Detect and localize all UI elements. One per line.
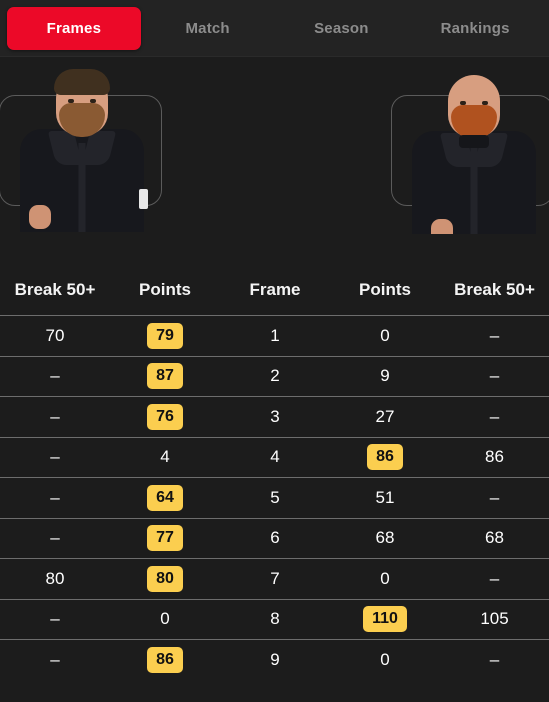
winning-points-pill: 77	[147, 525, 183, 552]
eye-left	[68, 99, 74, 103]
cell-frame-number: 8	[270, 609, 280, 629]
bow-tie-icon	[459, 135, 489, 148]
header-break-left: Break 50+	[14, 279, 96, 299]
cell-break-right: 68	[485, 528, 504, 548]
table-header-row: Break 50+ Points Frame Points Break 50+	[0, 270, 549, 315]
cell-frame-number: 4	[270, 447, 280, 467]
cell-break-left: –	[50, 609, 60, 629]
table-row: – 77 6 68 68	[0, 517, 549, 559]
cell-points-left: 4	[160, 447, 170, 467]
cell-points-right: 9	[380, 366, 390, 386]
cell-points-right: 27	[375, 406, 395, 426]
cell-frame-number: 1	[270, 325, 280, 345]
winning-points-pill: 80	[147, 565, 183, 592]
table-row: – 86 9 0 –	[0, 639, 549, 680]
cell-points-left: 87	[110, 363, 220, 390]
tab-bar: Frames Match Season Rankings	[0, 0, 549, 57]
tab-season[interactable]: Season	[275, 7, 409, 50]
cell-frame-number: 2	[270, 366, 280, 386]
table-row: – 0 8 110 105	[0, 598, 549, 640]
cell-frame-number: 9	[270, 649, 280, 669]
tab-frames[interactable]: Frames	[7, 6, 141, 50]
cell-break-right: 86	[485, 447, 504, 467]
player-photo-left	[2, 57, 162, 232]
cell-break-left: 70	[45, 325, 65, 345]
cell-break-left: –	[50, 447, 60, 467]
shirt-placket	[78, 143, 86, 232]
tab-rankings[interactable]: Rankings	[408, 7, 542, 50]
eye-right	[482, 101, 488, 105]
tab-match[interactable]: Match	[141, 7, 275, 50]
cell-break-left: –	[50, 528, 60, 548]
header-frame: Frame	[249, 279, 301, 299]
cell-break-left: –	[50, 366, 60, 386]
header-points-left: Points	[139, 279, 191, 299]
cell-points-left: 0	[160, 609, 170, 629]
table-body: 70 79 1 0– –87 2 9– –76 3 27– –4 4 86 86–64 5 51– –77 6 68…	[0, 315, 549, 680]
cell-frame-number: 6	[270, 528, 280, 548]
tab-match-label: Match	[185, 19, 230, 37]
header-points-right: Points	[359, 279, 411, 299]
hair-shape	[54, 69, 110, 95]
cell-break-left: –	[50, 487, 60, 507]
cell-break-right: –	[489, 568, 500, 588]
cell-points-right: 68	[375, 528, 395, 548]
winning-points-pill: 64	[147, 484, 183, 511]
tab-frames-label: Frames	[46, 19, 102, 37]
winning-points-pill: 87	[147, 363, 183, 390]
cell-break-right: 105	[480, 609, 509, 629]
players-section	[0, 57, 549, 270]
cell-points-right: 51	[375, 487, 395, 507]
cell-points-left: 76	[110, 403, 220, 430]
cell-points-right: 0	[380, 325, 390, 345]
hand-shape	[29, 205, 51, 229]
cell-frame-number: 7	[270, 568, 280, 588]
player-photo-right	[394, 59, 549, 234]
eye-left	[460, 101, 466, 105]
cell-break-right: –	[489, 649, 500, 669]
winning-points-pill: 86	[147, 646, 183, 673]
cell-frame-number: 5	[270, 487, 280, 507]
frames-table: Break 50+ Points Frame Points Break 50+ …	[0, 270, 549, 680]
shirt-placket	[470, 145, 478, 234]
tab-season-label: Season	[314, 19, 369, 37]
winning-points-pill: 110	[363, 606, 407, 633]
winning-points-pill: 86	[367, 444, 403, 471]
cell-break-right: –	[489, 366, 500, 386]
eye-right	[90, 99, 96, 103]
table-row: – 87 2 9 –	[0, 355, 549, 397]
cell-break-right: –	[489, 325, 500, 345]
cell-break-left: –	[50, 649, 60, 669]
hand-shape	[431, 219, 453, 234]
winning-points-pill: 79	[147, 322, 183, 349]
cell-points-left: 79	[110, 322, 220, 349]
winning-points-pill: 76	[147, 403, 183, 430]
cell-points-right: 0	[380, 649, 390, 669]
cell-points-left: 80	[110, 565, 220, 592]
table-row: – 76 3 27 –	[0, 396, 549, 437]
cell-break-left: 80	[45, 568, 65, 588]
sleeve-patch	[139, 189, 148, 209]
cell-points-left: 86	[110, 646, 220, 673]
cell-points-left: 64	[110, 484, 220, 511]
cell-points-right: 110	[330, 606, 440, 633]
table-row: 70 79 1 0 –	[0, 315, 549, 356]
table-row: – 4 4 86 86	[0, 436, 549, 478]
cell-frame-number: 3	[270, 406, 280, 426]
cell-break-right: –	[489, 487, 500, 507]
table-row: 80 80 7 0 –	[0, 558, 549, 599]
tab-rankings-label: Rankings	[440, 19, 510, 37]
table-row: – 64 5 51 –	[0, 477, 549, 518]
cell-break-right: –	[489, 406, 500, 426]
cell-points-left: 77	[110, 525, 220, 552]
cell-break-left: –	[50, 406, 60, 426]
cell-points-right: 0	[380, 568, 390, 588]
header-break-right: Break 50+	[454, 279, 535, 299]
cell-points-right: 86	[330, 444, 440, 471]
